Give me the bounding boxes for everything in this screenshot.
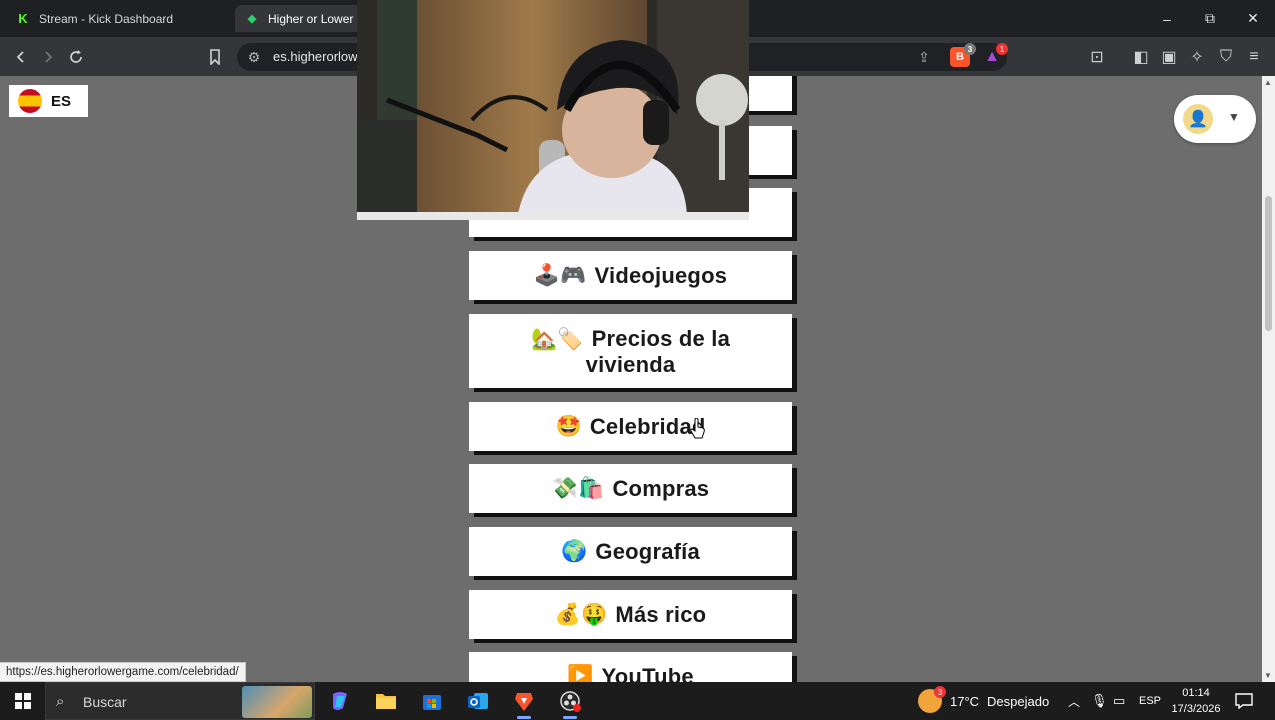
reload-icon [70,50,82,63]
bookmark-button[interactable] [202,44,228,70]
taskbar-search-box[interactable]: ⌕ Buscar [45,682,315,720]
tab-label: Higher or Lower E [268,11,365,26]
webcam-feed-image [357,0,749,220]
category-geografia[interactable]: 🌍 Geografía [469,527,792,576]
kick-logo-icon: K [18,11,28,26]
windows-taskbar: ⌕ Buscar 3 17°C Despejado ︿ 🎙 ▭ ESP 01:1… [0,682,1275,720]
microphone-icon[interactable]: 🎙 [1091,682,1108,720]
reload-button[interactable] [63,44,89,70]
weather-temperature: 17°C [950,693,980,709]
webcam-overlay [357,0,749,220]
category-label: Geografía [595,539,700,564]
category-emoji: 🕹️🎮 [533,264,587,287]
category-videojuegos[interactable]: 🕹️🎮 Videojuegos [469,251,792,300]
file-explorer-icon[interactable] [370,685,402,717]
scroll-up-arrow-icon[interactable]: ▲ [1264,78,1272,87]
start-button[interactable] [0,682,45,720]
category-label: Celebridad [589,414,706,439]
screen: K Stream - Kick Dashboard ◆ Higher or Lo… [0,0,1275,720]
category-label: Precios de la vivienda [585,325,731,377]
restore-button[interactable]: ⧉ [1188,0,1232,37]
category-emoji: ▶️ [567,665,594,682]
search-input[interactable]: Buscar [83,694,127,710]
spain-flag-icon [18,89,42,113]
category-mas-rico[interactable]: 💰🤑 Más rico [469,590,792,639]
category-emoji: 🤩 [555,415,582,438]
network-icon[interactable]: ▭ [1113,682,1125,720]
sidebar-button[interactable]: ◧ [1128,44,1154,70]
category-label: Compras [612,476,710,501]
brave-browser-icon[interactable] [508,685,540,719]
wallet-button[interactable]: ▣ [1156,44,1182,70]
category-compras[interactable]: 💸🛍️ Compras [469,464,792,513]
tab-label: Stream - Kick Dashboard [39,11,174,26]
share-icon[interactable]: ⇪ [913,46,935,68]
leo-ai-button[interactable]: ✧ [1184,44,1210,70]
minimize-button[interactable]: – [1145,0,1189,37]
category-label: Más rico [615,602,707,627]
hamburger-icon: ≡ [1249,48,1259,65]
address-url: es.higherorlow [273,49,358,64]
avatar-icon: 👤 [1183,104,1213,134]
search-highlight-image [242,686,312,718]
chevron-down-icon: ▼ [1228,110,1240,124]
hand-cursor-icon [690,418,705,439]
category-precios-vivienda[interactable]: 🏡🏷️ Precios de la vivienda [469,314,792,388]
forward-button[interactable] [35,44,61,70]
link-status-bar: https://es.higherorlowergame.com/celebri… [0,662,246,682]
brave-shields-icon[interactable]: B3 [950,43,976,67]
taskbar-clock[interactable]: 01:14 17/3/2026 [1168,685,1224,717]
weather-condition: Despejado [987,693,1050,709]
scroll-down-arrow-icon[interactable]: ▼ [1264,671,1272,680]
notification-icon [1235,693,1253,709]
shield-icon: ⛉ [1219,48,1232,65]
clock-date: 17/3/2026 [1171,703,1221,715]
higher-lower-logo-icon: ◆ [247,13,257,25]
menu-button[interactable]: ≡ [1241,44,1267,70]
brave-rewards-icon[interactable]: ▲ 1 [982,43,1008,67]
vpn-button[interactable]: ⛉ [1213,44,1239,70]
notifications-button[interactable] [1235,682,1253,720]
category-emoji: 💸🛍️ [551,477,605,500]
search-icon: ⌕ [56,693,65,710]
weather-widget[interactable]: 3 17°C Despejado [918,682,1049,720]
weather-badge: 3 [934,686,946,698]
sidebar-icon: ◧ [1133,49,1149,66]
language-label: ES [51,92,72,110]
obs-studio-icon[interactable] [554,685,586,719]
language-selector[interactable]: ES [9,85,88,117]
close-window-button[interactable]: ✕ [1231,0,1275,37]
tab-kick-dashboard[interactable]: K Stream - Kick Dashboard [6,5,230,32]
microsoft-store-icon[interactable] [416,685,448,717]
profile-menu[interactable]: 👤 ▼ [1174,95,1256,143]
forward-arrow-icon [45,51,53,63]
back-button[interactable] [8,44,34,70]
input-language-indicator[interactable]: ESP [1139,682,1161,720]
reader-icon: ⊡ [1090,49,1104,66]
weather-sun-icon: 3 [918,686,946,713]
sparkle-icon: ✧ [1190,49,1204,66]
scroll-thumb[interactable] [1265,196,1272,331]
chevron-up-icon: ︿ [1068,694,1081,709]
back-arrow-icon [16,51,24,63]
category-emoji: 💰🤑 [554,603,608,626]
category-label: YouTube [601,664,694,682]
category-celebridad[interactable]: 🤩 Celebridad [469,402,792,451]
show-hidden-icons-button[interactable]: ︿ [1068,682,1080,720]
category-label: Videojuegos [594,263,728,288]
site-settings-icon[interactable]: ⚙ [243,46,265,68]
shields-count-badge: 3 [964,43,976,55]
copilot-app-icon[interactable] [324,685,356,717]
rewards-count-badge: 1 [996,43,1008,55]
wallet-icon: ▣ [1161,49,1177,66]
outlook-icon[interactable] [462,685,494,717]
category-emoji: 🏡🏷️ [530,327,584,351]
category-youtube[interactable]: ▶️ YouTube [469,652,792,682]
reader-mode-button[interactable]: ⊡ [1084,44,1110,70]
windows-logo-icon [14,693,31,709]
clock-time: 01:14 [1182,687,1210,699]
category-emoji: 🌍 [561,540,588,563]
page-scrollbar[interactable]: ▲ ▼ [1262,76,1275,682]
bookmark-icon [210,49,220,65]
